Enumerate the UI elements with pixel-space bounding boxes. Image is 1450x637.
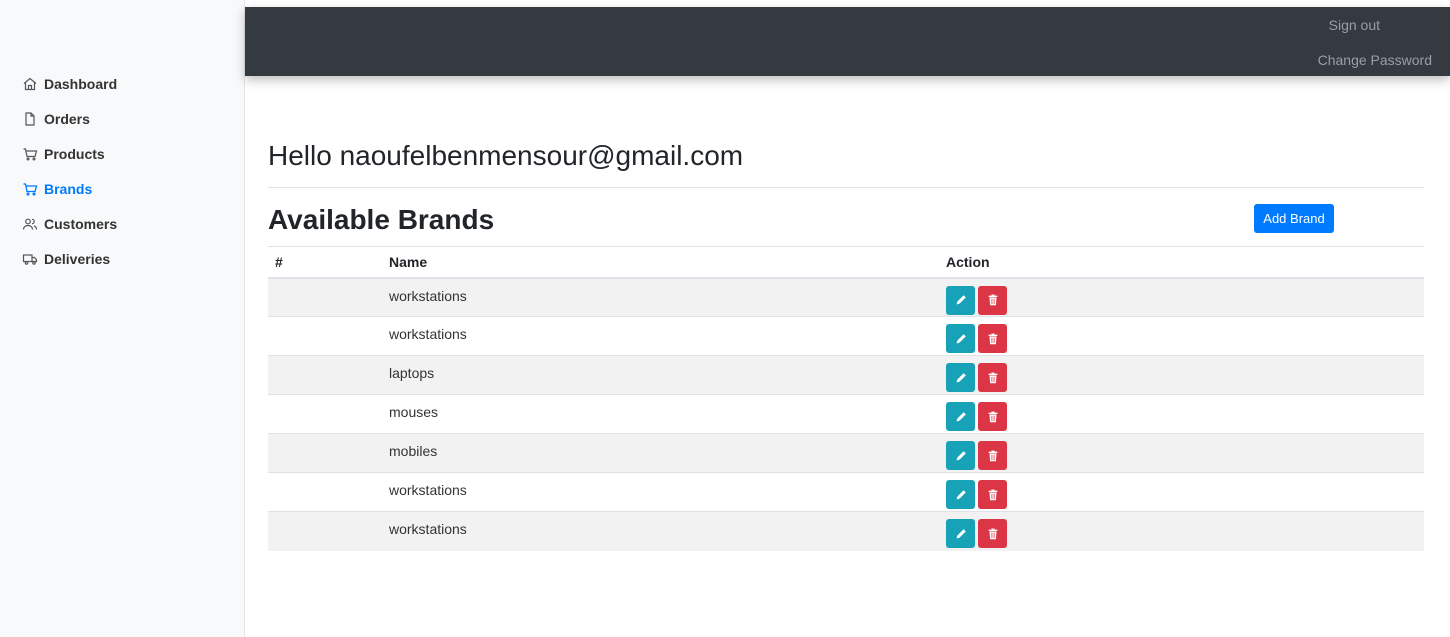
row-actions [946, 356, 1424, 395]
brand-name: workstations [389, 287, 467, 304]
table-header: # Name Action [268, 246, 1424, 278]
row-number [268, 512, 389, 551]
cart-icon [22, 146, 38, 162]
file-icon [22, 111, 38, 127]
home-icon [22, 76, 38, 92]
action-buttons [946, 441, 1424, 470]
row-actions [946, 278, 1424, 317]
brand-name: workstations [389, 521, 467, 537]
row-number [268, 434, 389, 473]
pencil-icon [954, 527, 968, 541]
row-number [268, 395, 389, 434]
sidebar-item-brands[interactable]: Brands [0, 171, 245, 206]
sidebar-item-customers[interactable]: Customers [0, 206, 245, 241]
row-actions [946, 395, 1424, 434]
sidebar: Dashboard Orders Products Brands Custome… [0, 0, 245, 637]
row-actions [946, 434, 1424, 473]
pencil-icon [954, 449, 968, 463]
cart-icon [22, 181, 38, 197]
row-actions [946, 317, 1424, 356]
row-actions [946, 473, 1424, 512]
row-actions [946, 512, 1424, 551]
users-icon [22, 216, 38, 232]
table-row: mobiles [268, 433, 1424, 473]
row-number [268, 356, 389, 395]
pencil-icon [954, 371, 968, 385]
edit-button[interactable] [946, 402, 975, 431]
sidebar-item-label: Products [44, 145, 105, 162]
row-number [268, 278, 389, 317]
table-row: workstations [268, 472, 1424, 512]
truck-icon [22, 251, 38, 267]
page-title: Available Brands [268, 204, 495, 235]
row-number [268, 317, 389, 356]
trash-icon [986, 488, 1000, 502]
sidebar-item-label: Orders [44, 110, 90, 127]
table-row: workstations [268, 511, 1424, 551]
trash-icon [986, 293, 1000, 307]
brands-table: # Name Action workstations workstations la… [268, 246, 1424, 551]
action-buttons [946, 363, 1424, 392]
edit-button[interactable] [946, 363, 975, 392]
add-brand-button[interactable]: Add Brand [1254, 204, 1334, 233]
table-row: laptops [268, 355, 1424, 395]
delete-button[interactable] [978, 441, 1007, 470]
top-navbar: Sign out Change Password [245, 7, 1450, 76]
edit-button[interactable] [946, 480, 975, 509]
delete-button[interactable] [978, 480, 1007, 509]
table-header-row: # Name Action [268, 246, 1424, 278]
sidebar-item-label: Customers [44, 215, 118, 232]
greeting-heading: Hello naoufelbenmensour@gmail.com [268, 140, 744, 171]
delete-button[interactable] [978, 285, 1007, 315]
row-number [268, 473, 389, 512]
sidebar-item-orders[interactable]: Orders [0, 101, 245, 136]
pencil-icon [954, 332, 968, 346]
change-password-link[interactable]: Change Password [1318, 52, 1432, 68]
column-header-name: Name [389, 253, 428, 270]
sidebar-item-dashboard[interactable]: Dashboard [0, 66, 245, 101]
pencil-icon [954, 293, 968, 307]
sidebar-item-label: Brands [44, 180, 93, 197]
sidebar-nav: Dashboard Orders Products Brands Custome… [0, 66, 245, 276]
table-row: mouses [268, 394, 1424, 434]
action-buttons [946, 285, 1424, 315]
brand-name: workstations [389, 482, 467, 498]
trash-icon [986, 527, 1000, 541]
action-buttons [946, 324, 1424, 353]
edit-button[interactable] [946, 285, 975, 315]
sidebar-item-label: Dashboard [44, 75, 118, 92]
delete-button[interactable] [978, 402, 1007, 431]
table-row: workstations [268, 316, 1424, 356]
sidebar-item-deliveries[interactable]: Deliveries [0, 241, 245, 276]
brand-name: laptops [389, 365, 435, 381]
brand-name: mobiles [389, 443, 438, 459]
sign-out-link[interactable]: Sign out [1329, 17, 1380, 33]
trash-icon [986, 410, 1000, 424]
divider [268, 187, 1424, 188]
pencil-icon [954, 410, 968, 424]
edit-button[interactable] [946, 324, 975, 353]
table-row: workstations [268, 277, 1424, 317]
action-buttons [946, 519, 1424, 548]
delete-button[interactable] [978, 519, 1007, 548]
action-buttons [946, 480, 1424, 509]
trash-icon [986, 332, 1000, 346]
delete-button[interactable] [978, 324, 1007, 353]
sidebar-item-products[interactable]: Products [0, 136, 245, 171]
sidebar-item-label: Deliveries [44, 250, 111, 267]
brand-name: workstations [389, 326, 467, 342]
column-header-action: Action [946, 253, 990, 270]
trash-icon [986, 371, 1000, 385]
pencil-icon [954, 488, 968, 502]
delete-button[interactable] [978, 363, 1007, 392]
table-body: workstations workstations laptops mouses mob… [268, 277, 1424, 551]
edit-button[interactable] [946, 441, 975, 470]
brand-name: mouses [389, 404, 439, 420]
edit-button[interactable] [946, 519, 975, 548]
column-header-number: # [275, 253, 283, 270]
action-buttons [946, 402, 1424, 431]
trash-icon [986, 449, 1000, 463]
